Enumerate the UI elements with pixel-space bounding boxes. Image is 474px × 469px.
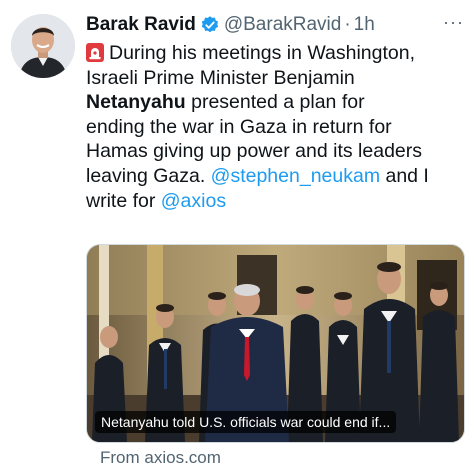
tweet-text-segment: Hamas giving up power and its leaders xyxy=(86,140,423,163)
author-handle[interactable]: @BarakRavid xyxy=(224,14,342,36)
link-card[interactable]: Netanyahu told U.S. officials war could … xyxy=(86,244,465,443)
author-avatar[interactable] xyxy=(11,14,75,78)
card-caption: Netanyahu told U.S. officials war could … xyxy=(95,411,397,433)
tweet-text-segment: ending the war in Gaza in return for xyxy=(86,115,392,138)
verified-badge-icon xyxy=(200,15,220,35)
tweet-line: ending the war in Gaza in return for xyxy=(86,115,466,140)
mention-link-stephen-neukam[interactable]: @stephen_neukam xyxy=(211,165,380,187)
tweet-body: During his meetings in Washington, Israe… xyxy=(86,41,466,213)
tweet-text-segment: leaving Gaza. xyxy=(86,164,211,187)
tweet-line: Israeli Prime Minister Benjamin xyxy=(86,66,466,91)
tweet-line: write for @axios xyxy=(86,189,466,214)
tweet-line: Netanyahu presented a plan for xyxy=(86,90,466,115)
more-options-icon[interactable]: ··· xyxy=(443,12,464,33)
author-name[interactable]: Barak Ravid xyxy=(86,14,196,36)
tweet-header: Barak Ravid @BarakRavid · 1h ··· xyxy=(86,12,464,38)
card-source-link[interactable]: From axios.com xyxy=(100,448,221,468)
mention-link-axios[interactable]: @axios xyxy=(161,190,226,212)
tweet-text-segment: Israeli Prime Minister Benjamin xyxy=(86,66,355,89)
tweet-text-segment: and I xyxy=(380,164,429,187)
tweet-text-segment: write for xyxy=(86,189,161,212)
tweet-line: During his meetings in Washington, xyxy=(86,41,466,66)
tweet-line: leaving Gaza. @stephen_neukam and I xyxy=(86,164,466,189)
tweet-line: Hamas giving up power and its leaders xyxy=(86,139,466,164)
tweet-timestamp[interactable]: 1h xyxy=(354,14,375,36)
tweet-text-segment: presented a plan for xyxy=(185,91,365,114)
siren-icon xyxy=(86,43,104,62)
meta-separator: · xyxy=(344,14,351,35)
tweet-text-segment: During his meetings in Washington, xyxy=(109,42,416,64)
tweet-bold-name: Netanyahu xyxy=(86,91,186,114)
